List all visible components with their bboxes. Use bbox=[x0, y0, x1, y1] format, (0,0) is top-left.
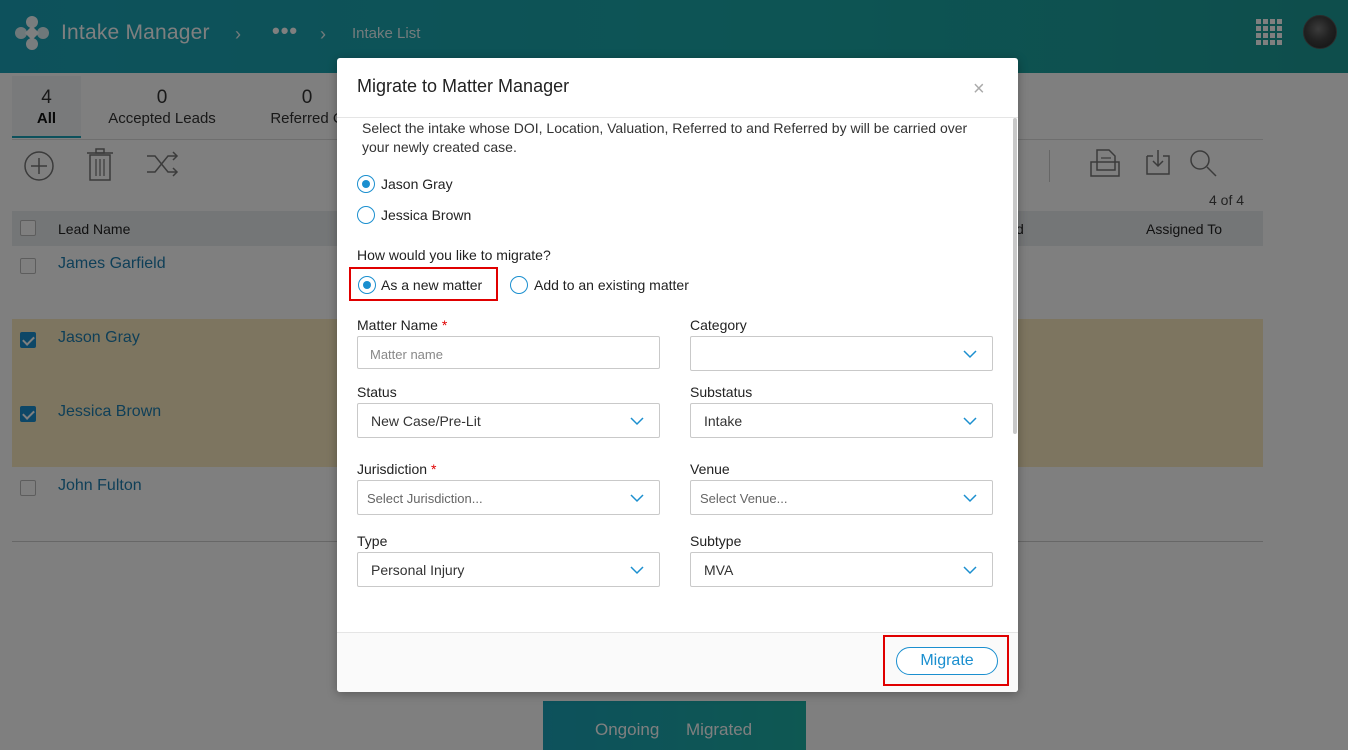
dialog-title: Migrate to Matter Manager bbox=[357, 76, 570, 96]
migrate-dialog: Migrate to Matter Manager × Select the i… bbox=[337, 58, 1018, 692]
chevron-down-icon bbox=[963, 566, 977, 575]
subtype-value: MVA bbox=[704, 562, 734, 578]
field-label-text: Jurisdiction bbox=[357, 461, 428, 477]
chevron-down-icon bbox=[963, 494, 977, 503]
substatus-select[interactable]: Intake bbox=[690, 403, 993, 438]
chevron-down-icon bbox=[963, 350, 977, 359]
new-matter-radio[interactable] bbox=[358, 276, 376, 294]
jurisdiction-placeholder: Select Jurisdiction... bbox=[367, 491, 483, 506]
category-label: Category bbox=[690, 317, 747, 333]
intake-radio-jessica-brown[interactable] bbox=[357, 206, 375, 224]
venue-placeholder: Select Venue... bbox=[700, 491, 788, 506]
type-label: Type bbox=[357, 533, 388, 549]
substatus-label: Substatus bbox=[690, 384, 753, 400]
type-select[interactable]: Personal Injury bbox=[357, 552, 660, 587]
field-label-text: Matter Name bbox=[357, 317, 438, 333]
chevron-down-icon bbox=[630, 494, 644, 503]
existing-matter-label[interactable]: Add to an existing matter bbox=[534, 277, 689, 293]
status-select[interactable]: New Case/Pre-Lit bbox=[357, 403, 660, 438]
status-value: New Case/Pre-Lit bbox=[371, 413, 481, 429]
venue-label: Venue bbox=[690, 461, 730, 477]
subtype-select[interactable]: MVA bbox=[690, 552, 993, 587]
matter-name-label: Matter Name * bbox=[357, 317, 447, 333]
subtype-label: Subtype bbox=[690, 533, 742, 549]
type-value: Personal Injury bbox=[371, 562, 465, 578]
chevron-down-icon bbox=[630, 566, 644, 575]
chevron-down-icon bbox=[963, 417, 977, 426]
chevron-down-icon bbox=[630, 417, 644, 426]
intake-radio-jason-gray[interactable] bbox=[357, 175, 375, 193]
close-icon[interactable]: × bbox=[973, 78, 985, 101]
migrate-button[interactable]: Migrate bbox=[896, 647, 998, 675]
status-label: Status bbox=[357, 384, 397, 400]
category-select[interactable] bbox=[690, 336, 993, 371]
new-matter-label[interactable]: As a new matter bbox=[381, 277, 482, 293]
migrate-question: How would you like to migrate? bbox=[357, 247, 551, 263]
intake-radio-label[interactable]: Jessica Brown bbox=[381, 207, 471, 223]
jurisdiction-label: Jurisdiction * bbox=[357, 461, 436, 477]
matter-name-input[interactable]: Matter name bbox=[357, 336, 660, 369]
venue-select[interactable]: Select Venue... bbox=[690, 480, 993, 515]
jurisdiction-select[interactable]: Select Jurisdiction... bbox=[357, 480, 660, 515]
intake-radio-label[interactable]: Jason Gray bbox=[381, 176, 453, 192]
substatus-value: Intake bbox=[704, 413, 743, 429]
matter-name-placeholder: Matter name bbox=[370, 347, 443, 362]
dialog-scrollbar[interactable] bbox=[1013, 118, 1017, 434]
required-marker: * bbox=[441, 317, 448, 333]
dialog-description: Select the intake whose DOI, Location, V… bbox=[362, 120, 968, 155]
existing-matter-radio[interactable] bbox=[510, 276, 528, 294]
dialog-header-divider bbox=[337, 117, 1018, 118]
required-marker: * bbox=[431, 461, 437, 477]
